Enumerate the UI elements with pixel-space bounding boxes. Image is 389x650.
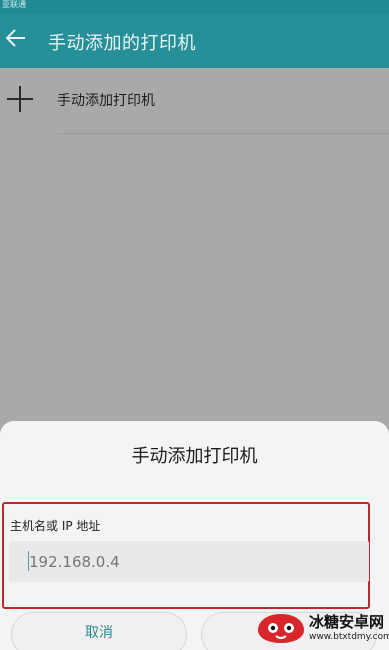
status-carrier: 亚联通 [2, 0, 26, 9]
status-bar: 亚联通 [0, 0, 389, 14]
list-divider [57, 133, 389, 134]
host-field-label: 主机名或 IP 地址 [10, 519, 101, 533]
cancel-button[interactable]: 取消 [11, 612, 187, 650]
watermark-logo-icon [256, 610, 306, 646]
app-bar: 亚联通 手动添加的打印机 [0, 0, 389, 68]
host-ip-input[interactable] [9, 541, 369, 582]
add-printer-label: 手动添加打印机 [57, 93, 155, 109]
back-arrow-icon[interactable] [3, 25, 29, 51]
text-cursor [28, 551, 29, 571]
app-screen: 亚联通 手动添加的打印机 手动添加打印机 手动添加打印机 主机名或 IP 地址 … [0, 0, 389, 650]
watermark-url: www.btxtdmy.com [309, 632, 389, 642]
watermark: 冰糖安卓网 www.btxtdmy.com [254, 607, 389, 650]
plus-icon [5, 84, 35, 114]
add-printer-item[interactable]: 手动添加打印机 [0, 78, 389, 134]
watermark-name: 冰糖安卓网 [309, 613, 385, 631]
page-title: 手动添加的打印机 [48, 33, 196, 54]
dialog-title: 手动添加打印机 [131, 446, 258, 467]
